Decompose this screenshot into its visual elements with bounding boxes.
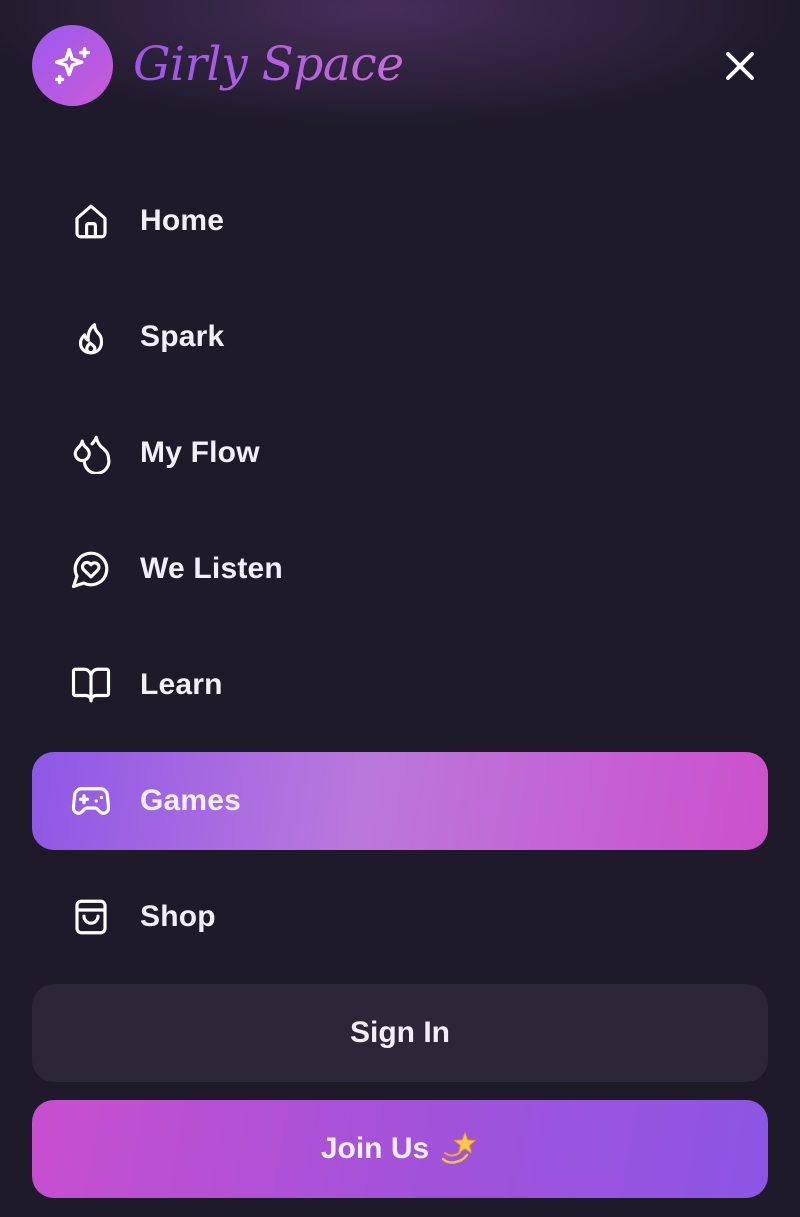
flame-icon: [68, 314, 114, 360]
sparkles-icon: [54, 46, 90, 84]
brand-name[interactable]: Girly Space: [133, 30, 404, 100]
close-icon: [726, 52, 754, 80]
sign-in-button[interactable]: Sign In: [32, 984, 768, 1082]
nav-item-games[interactable]: Games: [32, 752, 768, 850]
nav-label-my-flow: My Flow: [140, 436, 260, 469]
heart-chat-icon: [68, 546, 114, 592]
nav-label-learn: Learn: [140, 668, 223, 701]
nav-label-shop: Shop: [140, 900, 216, 933]
nav-item-home[interactable]: Home: [32, 172, 768, 270]
mobile-nav-menu: Girly Space Home Spark My Flow We Listen…: [0, 0, 800, 1217]
nav-item-we-listen[interactable]: We Listen: [32, 520, 768, 618]
home-icon: [68, 198, 114, 244]
menu-header: Girly Space: [0, 0, 800, 130]
logo-badge[interactable]: [32, 25, 113, 106]
join-us-button[interactable]: Join Us: [32, 1100, 768, 1198]
nav-label-home: Home: [140, 204, 225, 237]
close-button[interactable]: [714, 40, 766, 92]
nav-label-spark: Spark: [140, 320, 225, 353]
join-us-label: Join Us: [320, 1132, 430, 1165]
shopping-bag-icon: [68, 894, 114, 940]
nav-item-shop[interactable]: Shop: [32, 868, 768, 966]
nav-item-my-flow[interactable]: My Flow: [32, 404, 768, 502]
book-icon: [68, 662, 114, 708]
nav-label-we-listen: We Listen: [140, 552, 283, 585]
nav-label-games: Games: [140, 784, 242, 817]
nav-item-learn[interactable]: Learn: [32, 636, 768, 734]
gamepad-icon: [68, 778, 114, 824]
dizzy-star-icon: [439, 1129, 479, 1169]
droplets-icon: [68, 430, 114, 476]
sign-in-label: Sign In: [350, 1016, 450, 1049]
nav-item-spark[interactable]: Spark: [32, 288, 768, 386]
